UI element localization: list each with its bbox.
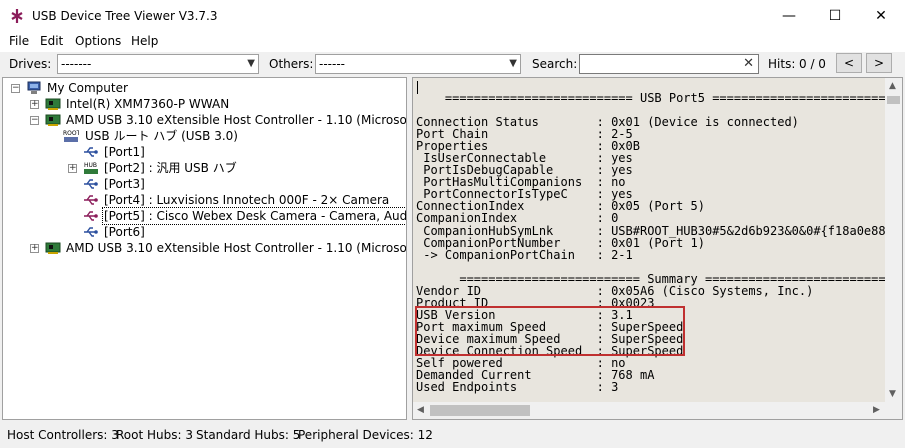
tree-item-port3[interactable]: [Port3] <box>3 176 403 192</box>
scroll-left-icon[interactable]: ◀ <box>417 405 424 415</box>
expand-icon[interactable]: + <box>68 164 77 173</box>
pci-card-icon <box>45 242 61 254</box>
tree-item-port1[interactable]: [Port1] <box>3 144 403 160</box>
tree-item-label: Intel(R) XMM7360-P WWAN <box>66 97 230 111</box>
tree-item-label: AMD USB 3.10 eXtensible Host Controller … <box>66 241 407 255</box>
tree-item-label: [Port1] <box>104 145 145 159</box>
usb-port-icon <box>84 147 98 157</box>
tree-item-port6[interactable]: [Port6] <box>3 224 403 240</box>
details-line: CompanionPortNumber : 0x01 (Port 1) <box>416 235 705 250</box>
tree-item-label: AMD USB 3.10 eXtensible Host Controller … <box>66 113 407 127</box>
horizontal-scroll-thumb[interactable] <box>430 405 530 416</box>
speed-highlight-box <box>415 306 685 356</box>
status-peripheral-devices: Peripheral Devices: 12 <box>298 428 433 442</box>
horizontal-scrollbar[interactable]: ◀ ▶ <box>413 402 902 419</box>
pci-card-icon <box>45 114 61 126</box>
pci-card-icon <box>45 98 61 110</box>
details-line: Vendor ID : 0x05A6 (Cisco Systems, Inc.) <box>416 283 814 298</box>
svg-text:HUB: HUB <box>84 162 97 169</box>
scroll-right-icon[interactable]: ▶ <box>873 405 880 415</box>
hub-icon: HUB <box>84 162 98 174</box>
tree-item-my-computer[interactable]: − My Computer <box>3 80 403 96</box>
drives-combo-value: ------- <box>61 57 92 71</box>
tree-item-port4[interactable]: [Port4] : Luxvisions Innotech 000F - 2× … <box>3 192 403 208</box>
minimize-button[interactable]: — <box>766 0 812 32</box>
menu-edit[interactable]: Edit <box>40 34 63 48</box>
expand-icon[interactable]: + <box>30 244 39 253</box>
window-title: USB Device Tree Viewer V3.7.3 <box>32 9 218 23</box>
details-line: ========================== USB Port5 ===… <box>416 91 903 105</box>
tree-item-wwan[interactable]: + Intel(R) XMM7360-P WWAN <box>3 96 403 112</box>
details-line <box>416 261 902 273</box>
toolbar: Drives: ------- ▼ Others: ------ ▼ Searc… <box>0 52 905 76</box>
details-pane[interactable]: ========================== USB Port5 ===… <box>412 77 903 420</box>
tree-item-label: My Computer <box>47 81 128 95</box>
tree-item-label: [Port4] : Luxvisions Innotech 000F - 2× … <box>104 193 390 207</box>
details-line: Used Endpoints : 3 <box>416 380 619 395</box>
others-combo[interactable]: ------ ▼ <box>315 54 521 74</box>
status-host-controllers: Host Controllers: 3 <box>7 428 119 442</box>
others-label: Others: <box>269 57 314 71</box>
menu-bar: File Edit Options Help <box>0 32 905 52</box>
status-standard-hubs: Standard Hubs: 5 <box>196 428 301 442</box>
tree-item-root-hub[interactable]: ROOT USB ルート ハブ (USB 3.0) <box>3 128 403 144</box>
tree-item-label: USB ルート ハブ (USB 3.0) <box>85 129 238 143</box>
tree-item-host-controller-1[interactable]: − AMD USB 3.10 eXtensible Host Controlle… <box>3 112 406 128</box>
tree-item-label: [Port5] : Cisco Webex Desk Camera - Came… <box>101 207 406 225</box>
tree-item-label: [Port3] <box>104 177 145 191</box>
computer-icon <box>27 81 41 94</box>
drives-label: Drives: <box>9 57 52 71</box>
tree-item-host-controller-2[interactable]: + AMD USB 3.10 eXtensible Host Controlle… <box>3 240 406 256</box>
close-button[interactable]: ✕ <box>858 0 904 32</box>
usb-port-icon <box>84 227 98 237</box>
usb-tree-app-icon <box>11 9 23 23</box>
maximize-button[interactable]: ☐ <box>812 0 858 32</box>
scroll-up-icon[interactable]: ▲ <box>889 81 896 91</box>
hits-label: Hits: <box>768 57 796 71</box>
vertical-scrollbar[interactable]: ▲ ▼ <box>885 78 902 402</box>
previous-hit-button[interactable]: < <box>836 53 862 73</box>
tree-item-port2[interactable]: + HUB [Port2] : 汎用 USB ハブ <box>3 160 403 176</box>
details-line: -> CompanionPortChain : 2-1 <box>416 247 633 262</box>
menu-help[interactable]: Help <box>131 34 158 48</box>
collapse-icon[interactable]: − <box>30 116 39 125</box>
root-hub-icon: ROOT <box>63 130 79 142</box>
vertical-scroll-thumb[interactable] <box>887 96 900 104</box>
tree-item-label: [Port2] : 汎用 USB ハブ <box>104 161 237 175</box>
title-bar: USB Device Tree Viewer V3.7.3 — ☐ ✕ <box>0 0 905 32</box>
menu-file[interactable]: File <box>9 34 29 48</box>
usb-port-icon <box>84 179 98 189</box>
expand-icon[interactable]: + <box>30 100 39 109</box>
search-label: Search: <box>532 57 578 71</box>
status-bar: Host Controllers: 3 Root Hubs: 3 Standar… <box>0 424 905 448</box>
details-line: CompanionHubSymLnk : USB#ROOT_HUB30#5&2d… <box>416 223 901 238</box>
others-combo-value: ------ <box>319 57 345 71</box>
clear-icon[interactable]: ✕ <box>743 56 754 71</box>
drives-combo[interactable]: ------- ▼ <box>57 54 259 74</box>
collapse-icon[interactable]: − <box>11 84 20 93</box>
app-window: USB Device Tree Viewer V3.7.3 — ☐ ✕ File… <box>0 0 905 448</box>
usb-device-icon <box>84 195 98 205</box>
scroll-down-icon[interactable]: ▼ <box>889 389 896 399</box>
next-hit-button[interactable]: > <box>866 53 892 73</box>
chevron-down-icon: ▼ <box>509 58 517 69</box>
chevron-down-icon: ▼ <box>247 58 255 69</box>
device-tree[interactable]: − My Computer + Intel(R) XMM7360-P WWAN … <box>2 77 407 420</box>
tree-item-label: [Port6] <box>104 225 145 239</box>
menu-options[interactable]: Options <box>75 34 121 48</box>
details-line: CompanionIndex : 0 <box>416 211 619 226</box>
details-line: ========================= Summary ======… <box>416 271 886 286</box>
svg-text:ROOT: ROOT <box>63 130 79 137</box>
tree-item-port5[interactable]: [Port5] : Cisco Webex Desk Camera - Came… <box>3 207 406 225</box>
hits-count: 0 / 0 <box>799 57 826 71</box>
usb-device-icon <box>84 211 98 221</box>
search-input[interactable]: ✕ <box>579 54 759 74</box>
status-root-hubs: Root Hubs: 3 <box>116 428 193 442</box>
